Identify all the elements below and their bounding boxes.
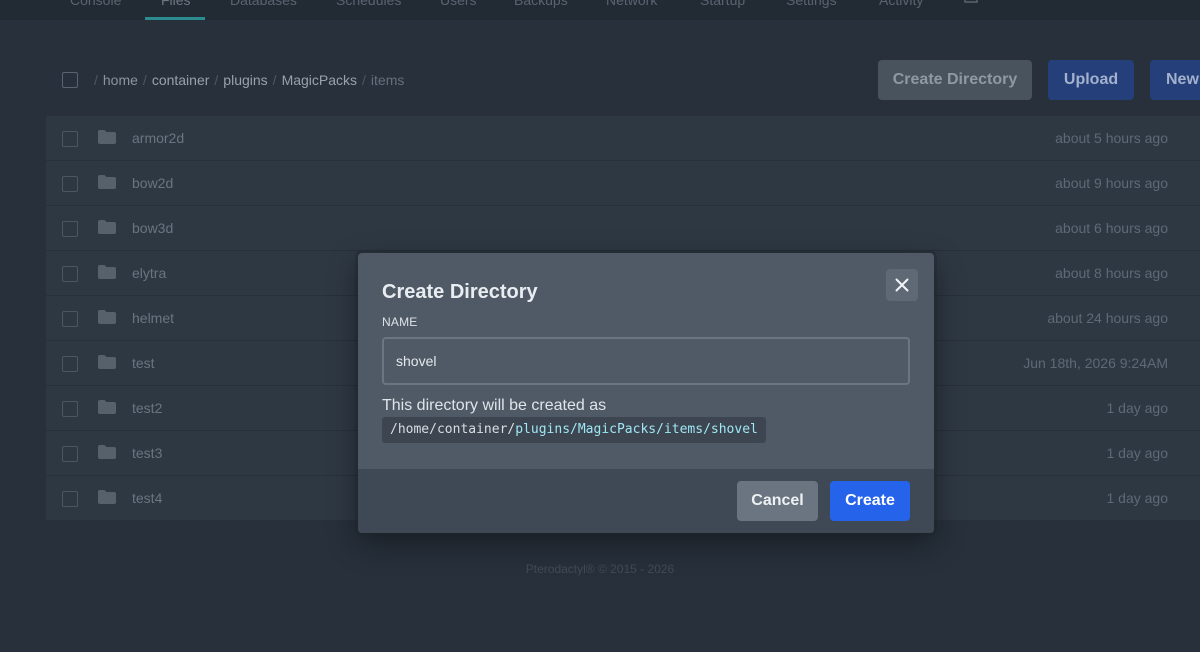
file-checkbox[interactable] — [62, 221, 78, 237]
nav-tab-settings[interactable]: Settings — [786, 0, 837, 20]
nav-tab-schedules[interactable]: Schedules — [336, 0, 401, 20]
external-link-icon[interactable] — [964, 0, 978, 6]
close-icon — [895, 278, 909, 292]
file-modified: 1 day ago — [1106, 400, 1169, 416]
breadcrumb-separator: / — [214, 72, 219, 88]
folder-icon — [98, 130, 116, 144]
nav-tab-activity[interactable]: Activity — [879, 0, 923, 20]
upload-button[interactable]: Upload — [1048, 60, 1134, 100]
file-row[interactable]: armor2d about 5 hours ago — [46, 116, 1200, 161]
file-checkbox[interactable] — [62, 311, 78, 327]
breadcrumb: / home / container / plugins / MagicPacks / items — [94, 71, 404, 89]
breadcrumb-home[interactable]: home — [103, 72, 138, 88]
folder-icon — [98, 175, 116, 189]
file-name[interactable]: test4 — [132, 489, 162, 507]
folder-icon — [98, 220, 116, 234]
nav-tab-backups[interactable]: Backups — [514, 0, 568, 20]
file-checkbox[interactable] — [62, 356, 78, 372]
breadcrumb-plugins[interactable]: plugins — [223, 72, 267, 88]
folder-icon — [98, 310, 116, 324]
file-modified: about 9 hours ago — [1055, 175, 1168, 191]
resulting-path: /home/container/plugins/MagicPacks/items… — [382, 417, 766, 443]
directory-name-input[interactable]: shovel — [382, 337, 910, 385]
nav-tab-databases[interactable]: Databases — [230, 0, 297, 20]
top-nav: Console Files Databases Schedules Users … — [0, 0, 1200, 20]
active-tab-indicator — [145, 17, 205, 20]
file-name[interactable]: test3 — [132, 444, 162, 462]
create-directory-button[interactable]: Create Directory — [878, 60, 1032, 100]
file-name[interactable]: bow2d — [132, 174, 173, 192]
file-checkbox[interactable] — [62, 401, 78, 417]
path-helper-text: This directory will be created as — [382, 397, 607, 414]
file-checkbox[interactable] — [62, 176, 78, 192]
breadcrumb-separator: / — [272, 72, 277, 88]
breadcrumb-magicpacks[interactable]: MagicPacks — [282, 72, 357, 88]
breadcrumb-separator: / — [362, 72, 366, 88]
file-modified: Jun 18th, 2026 9:24AM — [1023, 355, 1168, 371]
file-name[interactable]: elytra — [132, 264, 166, 282]
file-modified: 1 day ago — [1106, 445, 1169, 461]
file-row[interactable]: bow3d about 6 hours ago — [46, 206, 1200, 251]
nav-tab-users[interactable]: Users — [440, 0, 477, 20]
nav-tab-startup[interactable]: Startup — [700, 0, 745, 20]
folder-icon — [98, 265, 116, 279]
nav-tab-console[interactable]: Console — [70, 0, 121, 20]
folder-icon — [98, 355, 116, 369]
file-modified: about 6 hours ago — [1055, 220, 1168, 236]
file-name[interactable]: helmet — [132, 309, 174, 327]
create-directory-modal: Create Directory NAME shovel This direct… — [358, 253, 934, 533]
new-file-button[interactable]: New — [1150, 60, 1200, 100]
close-button[interactable] — [886, 269, 918, 301]
path-relative: plugins/MagicPacks/items/shovel — [515, 422, 758, 437]
file-row[interactable]: bow2d about 9 hours ago — [46, 161, 1200, 206]
cancel-button[interactable]: Cancel — [737, 481, 818, 521]
file-modified: about 24 hours ago — [1047, 310, 1168, 326]
folder-icon — [98, 490, 116, 504]
path-base: /home/container/ — [390, 422, 516, 437]
nav-tab-network[interactable]: Network — [606, 0, 657, 20]
breadcrumb-items: items — [370, 72, 405, 88]
file-modified: 1 day ago — [1106, 490, 1169, 506]
folder-icon — [98, 445, 116, 459]
modal-title: Create Directory — [382, 281, 538, 303]
file-name[interactable]: armor2d — [132, 129, 184, 147]
breadcrumb-separator: / — [94, 72, 98, 88]
file-checkbox[interactable] — [62, 491, 78, 507]
create-button[interactable]: Create — [830, 481, 910, 521]
file-checkbox[interactable] — [62, 266, 78, 282]
breadcrumb-separator: / — [142, 72, 147, 88]
breadcrumb-container[interactable]: container — [152, 72, 210, 88]
footer-copyright: Pterodactyl® © 2015 - 2026 — [525, 562, 675, 576]
file-name[interactable]: test2 — [132, 399, 162, 417]
name-label: NAME — [382, 315, 418, 329]
file-modified: about 8 hours ago — [1055, 265, 1168, 281]
file-checkbox[interactable] — [62, 131, 78, 147]
modal-footer: Cancel Create — [358, 469, 934, 533]
folder-icon — [98, 400, 116, 414]
file-name[interactable]: bow3d — [132, 219, 173, 237]
select-all-checkbox[interactable] — [62, 72, 78, 88]
file-name[interactable]: test — [132, 354, 155, 372]
file-modified: about 5 hours ago — [1055, 130, 1168, 146]
file-checkbox[interactable] — [62, 446, 78, 462]
